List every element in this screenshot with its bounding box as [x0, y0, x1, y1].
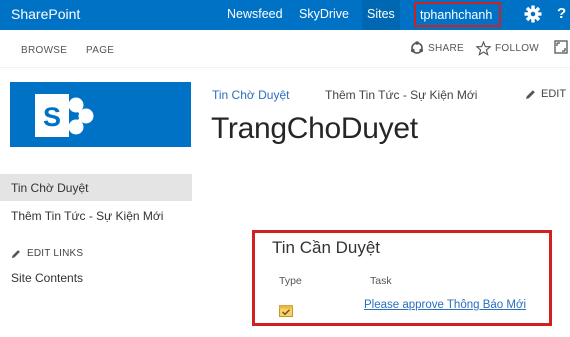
user-menu[interactable]: tphanhchanh: [414, 2, 501, 27]
focus-content-button[interactable]: [554, 40, 568, 54]
topnav-item-them-tin-tuc[interactable]: Thêm Tin Tức - Sự Kiện Mới: [325, 88, 477, 102]
site-logo[interactable]: S: [10, 82, 191, 147]
tab-browse[interactable]: BROWSE: [21, 45, 67, 56]
suite-bar: SharePoint Newsfeed SkyDrive Sites tphan…: [0, 0, 570, 30]
edit-links-label: EDIT LINKS: [27, 248, 84, 259]
share-button[interactable]: SHARE: [410, 41, 464, 55]
gear-icon[interactable]: [523, 4, 543, 24]
edit-page-button[interactable]: EDIT: [525, 88, 566, 100]
follow-button[interactable]: FOLLOW: [476, 41, 539, 56]
pending-tasks-webpart: Tin Cần Duyệt Type Task Please approve T…: [252, 230, 552, 326]
column-header-type[interactable]: Type: [279, 275, 302, 287]
share-label: SHARE: [428, 42, 464, 54]
follow-label: FOLLOW: [495, 43, 540, 54]
tab-page[interactable]: PAGE: [86, 45, 114, 56]
help-icon[interactable]: ?: [557, 5, 566, 22]
pencil-icon: [526, 89, 535, 99]
star-icon: [476, 41, 491, 56]
sharepoint-logo-icon: S: [35, 94, 94, 137]
column-header-task[interactable]: Task: [370, 275, 392, 287]
sites-link[interactable]: Sites: [362, 0, 400, 30]
site-contents-link[interactable]: Site Contents: [11, 271, 83, 285]
task-link[interactable]: Please approve Thông Báo Mới: [364, 299, 526, 311]
edit-links-button[interactable]: EDIT LINKS: [11, 248, 83, 259]
share-icon: [411, 41, 423, 54]
svg-text:S: S: [43, 102, 61, 132]
pencil-icon: [11, 249, 20, 258]
left-nav-item-tin-cho-duyet[interactable]: Tin Chờ Duyệt: [11, 181, 88, 195]
skydrive-link[interactable]: SkyDrive: [299, 7, 349, 21]
brand-link[interactable]: SharePoint: [11, 6, 80, 22]
ribbon-bar: BROWSE PAGE SHARE FOLLOW: [0, 30, 570, 68]
webpart-title: Tin Cần Duyệt: [272, 238, 381, 257]
focus-icon: [554, 40, 568, 54]
edit-label: EDIT: [541, 88, 567, 100]
topnav-item-tin-cho-duyet[interactable]: Tin Chờ Duyệt: [212, 88, 289, 102]
task-icon: [279, 304, 293, 317]
page-title: TrangChoDuyet: [211, 112, 418, 145]
left-nav-item-them-tin-tuc[interactable]: Thêm Tin Tức - Sự Kiện Mới: [11, 209, 163, 223]
newsfeed-link[interactable]: Newsfeed: [227, 7, 283, 21]
